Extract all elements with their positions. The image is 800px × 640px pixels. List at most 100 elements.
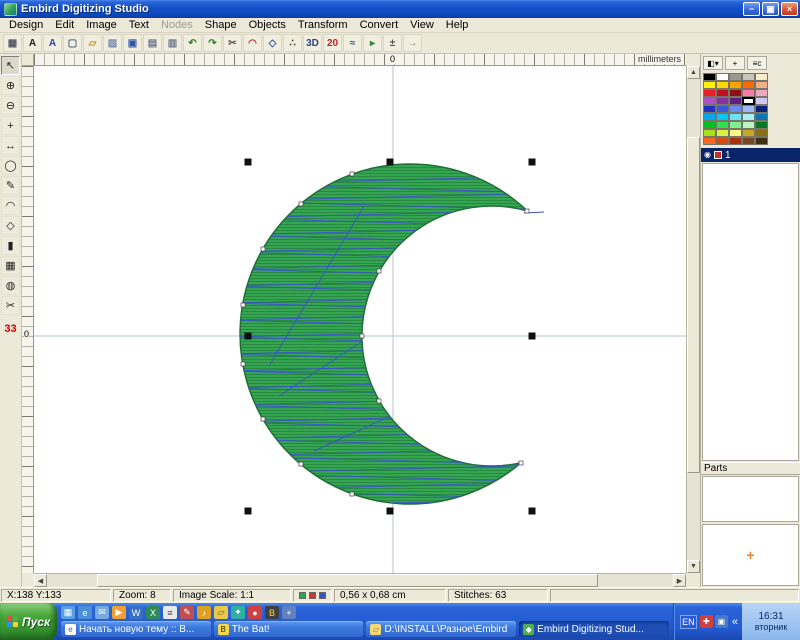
menu-view[interactable]: View: [404, 19, 440, 31]
palette-swatch[interactable]: [703, 121, 716, 129]
palette-swatch[interactable]: [729, 113, 742, 121]
font-icon[interactable]: A: [23, 34, 42, 52]
menu-edit[interactable]: Edit: [49, 19, 80, 31]
palette-swatch[interactable]: [755, 113, 768, 121]
curve-tool[interactable]: ◠: [1, 196, 20, 215]
vertical-scroll-track[interactable]: [687, 79, 700, 560]
freehand-tool[interactable]: ✎: [1, 176, 20, 195]
design-canvas[interactable]: [34, 66, 686, 573]
palette-swatch[interactable]: [755, 129, 768, 137]
palette-swatch[interactable]: [755, 81, 768, 89]
ql-folder[interactable]: ▱: [214, 606, 228, 619]
add-color-button[interactable]: +: [725, 56, 745, 70]
scroll-left-button[interactable]: ◀: [34, 574, 47, 587]
menu-nodes[interactable]: Nodes: [155, 19, 199, 31]
palette-menu-button[interactable]: ≡c: [747, 56, 767, 70]
visibility-icon[interactable]: ◉: [704, 151, 711, 159]
crescent-shape[interactable]: [240, 164, 527, 504]
vertical-scrollbar[interactable]: ▲ ▼: [686, 66, 700, 573]
antivirus-tray-icon[interactable]: ✚: [700, 615, 713, 628]
palette-swatch[interactable]: [755, 137, 768, 145]
task-explorer[interactable]: ▱ D:\INSTALL\Разное\Embird: [366, 621, 516, 637]
palette-swatch[interactable]: [755, 105, 768, 113]
objects-list-panel[interactable]: [702, 163, 799, 461]
parts-panel[interactable]: [702, 476, 799, 522]
menu-transform[interactable]: Transform: [292, 19, 354, 31]
selection-handle[interactable]: [245, 333, 252, 340]
selection-handle[interactable]: [529, 333, 536, 340]
menu-shape[interactable]: Shape: [199, 19, 243, 31]
zoom-in-tool[interactable]: ⊕: [1, 76, 20, 95]
hole-tool[interactable]: ◍: [1, 276, 20, 295]
palette-swatch[interactable]: [729, 81, 742, 89]
simulate-stitches-icon[interactable]: ≈: [343, 34, 362, 52]
palette-swatch[interactable]: [729, 73, 742, 81]
palette-swatch[interactable]: [703, 73, 716, 81]
pan-tool[interactable]: +: [1, 116, 20, 135]
restore-button[interactable]: ▣: [762, 2, 779, 16]
undo-icon[interactable]: ↶: [183, 34, 202, 52]
ql-internet-explorer[interactable]: e: [78, 606, 92, 619]
nodes-tool[interactable]: ◇: [1, 216, 20, 235]
task-forum[interactable]: e Начать новую тему :: В...: [61, 621, 211, 637]
palette-swatch[interactable]: [755, 121, 768, 129]
palette-swatch[interactable]: [742, 97, 755, 105]
object-row[interactable]: ◉ 1: [701, 148, 800, 162]
palette-swatch[interactable]: [742, 73, 755, 81]
display-tray-icon[interactable]: ▣: [715, 615, 728, 628]
palette-swatch[interactable]: [755, 97, 768, 105]
task-the-bat[interactable]: B The Bat!: [214, 621, 364, 637]
close-button[interactable]: ×: [781, 2, 798, 16]
node-edit-icon[interactable]: ◇: [263, 34, 282, 52]
palette-swatch[interactable]: [716, 137, 729, 145]
palette-swatch[interactable]: [716, 121, 729, 129]
selection-handle[interactable]: [245, 159, 252, 166]
scroll-right-button[interactable]: ▶: [673, 574, 686, 587]
horizontal-scrollbar[interactable]: ◀ ▶: [34, 573, 686, 587]
horizontal-scroll-track[interactable]: [47, 574, 673, 587]
palette-swatch[interactable]: [729, 97, 742, 105]
redo-icon[interactable]: ↷: [203, 34, 222, 52]
tray-collapse-button[interactable]: «: [731, 616, 739, 628]
palette-swatch[interactable]: [742, 105, 755, 113]
generate-stitches-icon[interactable]: ▸: [363, 34, 382, 52]
palette-swatch[interactable]: [755, 73, 768, 81]
horizontal-scroll-thumb[interactable]: [97, 574, 598, 587]
stitch-points-icon[interactable]: ∴: [283, 34, 302, 52]
minimize-button[interactable]: −: [743, 2, 760, 16]
open-design-icon[interactable]: ▱: [83, 34, 102, 52]
palette-swatch[interactable]: [716, 81, 729, 89]
new-design-icon[interactable]: ▢: [63, 34, 82, 52]
task-embird[interactable]: ◆ Embird Digitizing Stud...: [519, 621, 669, 637]
ql-calculator[interactable]: +: [282, 606, 296, 619]
thread-catalog-button[interactable]: ◧▾: [703, 56, 723, 70]
palette-swatch[interactable]: [703, 105, 716, 113]
zoom-out-tool[interactable]: ⊖: [1, 96, 20, 115]
text-tool-icon[interactable]: A: [43, 34, 62, 52]
palette-swatch[interactable]: [716, 89, 729, 97]
3d-view-icon[interactable]: 3D: [303, 34, 322, 52]
shape-mode-icon[interactable]: ◠: [243, 34, 262, 52]
palette-swatch[interactable]: [716, 97, 729, 105]
palette-swatch[interactable]: [729, 129, 742, 137]
menu-convert[interactable]: Convert: [354, 19, 405, 31]
palette-swatch[interactable]: [703, 89, 716, 97]
scroll-up-button[interactable]: ▲: [687, 66, 700, 79]
start-button[interactable]: Пуск: [0, 603, 57, 640]
palette-swatch[interactable]: [703, 81, 716, 89]
scroll-down-button[interactable]: ▼: [687, 560, 700, 573]
menu-help[interactable]: Help: [440, 19, 475, 31]
selection-handle[interactable]: [387, 508, 394, 515]
ql-excel[interactable]: X: [146, 606, 160, 619]
palette-swatch[interactable]: [755, 89, 768, 97]
language-indicator[interactable]: EN: [680, 615, 697, 629]
palette-swatch[interactable]: [703, 129, 716, 137]
palette-swatch[interactable]: [729, 137, 742, 145]
palette-swatch[interactable]: [729, 89, 742, 97]
density-icon[interactable]: 20: [323, 34, 342, 52]
palette-swatch[interactable]: [729, 105, 742, 113]
snap-grid-icon[interactable]: ▦: [3, 34, 22, 52]
print-icon[interactable]: ▤: [143, 34, 162, 52]
menu-text[interactable]: Text: [123, 19, 155, 31]
column-tool[interactable]: ▮: [1, 236, 20, 255]
